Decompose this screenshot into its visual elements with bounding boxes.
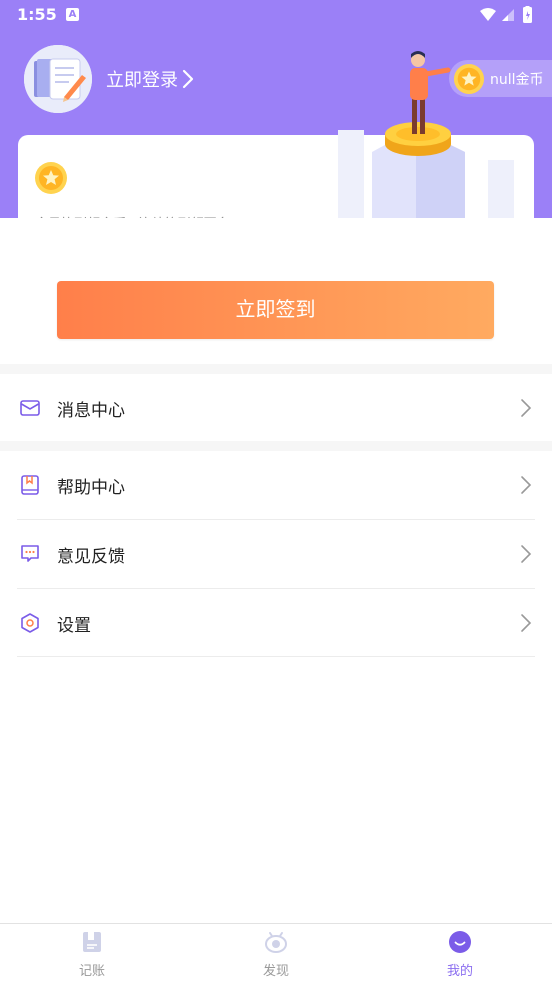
hexagon-settings-icon bbox=[21, 613, 39, 633]
tab-discover[interactable]: 发现 bbox=[184, 924, 368, 981]
section-gap bbox=[0, 441, 552, 451]
tab-ledger[interactable]: 记账 bbox=[0, 924, 184, 981]
tab-label: 记账 bbox=[78, 964, 105, 979]
menu-item-label: 消息中心 bbox=[57, 401, 125, 421]
envelope-icon bbox=[20, 400, 40, 416]
system-status-icons bbox=[480, 6, 532, 23]
eye-icon bbox=[265, 932, 287, 953]
menu-item-settings[interactable]: 设置 bbox=[0, 589, 552, 657]
status-bar: 1:55 A bbox=[0, 0, 552, 32]
checkin-button[interactable]: 立即签到 bbox=[57, 281, 494, 339]
menu-item-label: 帮助中心 bbox=[57, 478, 125, 498]
menu-item-label: 设置 bbox=[57, 616, 91, 636]
chat-bubble-icon bbox=[21, 545, 39, 562]
chevron-right-icon bbox=[182, 69, 194, 89]
checkin-button-section: 立即签到 bbox=[0, 218, 552, 364]
notebook-avatar-icon bbox=[24, 45, 92, 113]
login-label: 立即登录 bbox=[106, 70, 178, 91]
chevron-right-icon bbox=[521, 614, 532, 632]
chevron-right-icon bbox=[521, 399, 532, 417]
section-gap bbox=[0, 364, 552, 374]
menu-item-messages[interactable]: 消息中心 bbox=[0, 374, 552, 442]
tab-label: 我的 bbox=[446, 964, 473, 979]
coins-balance-badge[interactable]: null金币 bbox=[449, 60, 552, 97]
book-icon bbox=[21, 475, 39, 495]
coins-balance-text: null金币 bbox=[490, 71, 544, 88]
chevron-right-icon bbox=[521, 476, 532, 494]
notification-icon: A bbox=[66, 8, 79, 21]
tab-mine[interactable]: 我的 bbox=[368, 924, 552, 981]
tab-label: 发现 bbox=[262, 964, 289, 979]
smile-icon bbox=[449, 931, 471, 953]
chevron-right-icon bbox=[521, 545, 532, 563]
bottom-tab-bar: 记账 发现 我的 bbox=[0, 923, 552, 981]
avatar[interactable] bbox=[24, 45, 92, 113]
login-link[interactable]: 立即登录 bbox=[106, 66, 194, 92]
menu-item-help[interactable]: 帮助中心 bbox=[0, 451, 552, 519]
menu-item-label: 意见反馈 bbox=[57, 547, 125, 567]
gold-coin-icon bbox=[35, 162, 67, 194]
menu-divider bbox=[17, 656, 535, 657]
gold-coin-small-icon bbox=[453, 63, 485, 94]
status-time: 1:55 bbox=[17, 5, 57, 24]
ledger-icon bbox=[83, 932, 101, 952]
menu-item-feedback[interactable]: 意见反馈 bbox=[0, 520, 552, 588]
